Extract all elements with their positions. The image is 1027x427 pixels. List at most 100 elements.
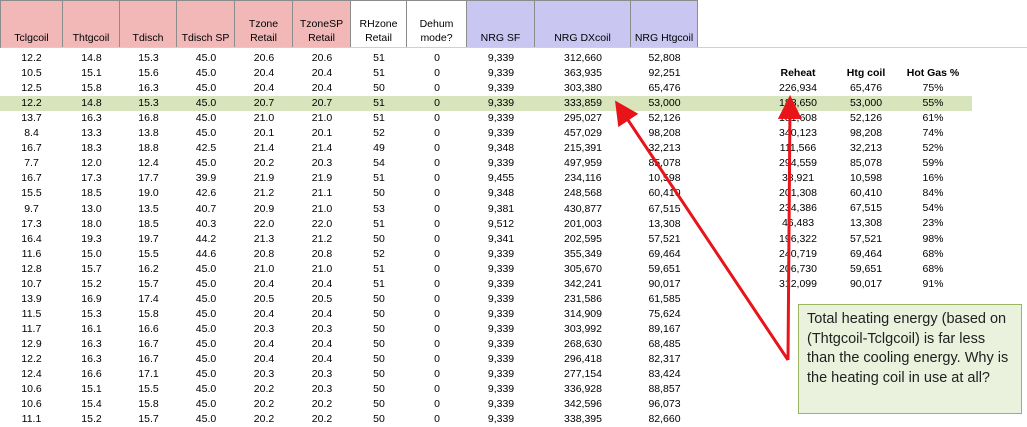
cell-tdisch-sp: 45.0 <box>195 262 217 275</box>
cell-rhzone-retail: 49 <box>373 142 385 155</box>
cell-tclgcoil: 13.7 <box>21 112 42 125</box>
cell-tclgcoil: 11.6 <box>21 247 42 260</box>
side-cell-reheat: 201,308 <box>779 187 817 200</box>
cell-nrg-dxcoil: 497,959 <box>564 157 602 170</box>
cell-dehum-mode: 0 <box>434 262 440 275</box>
cell-tzone-retail: 20.3 <box>253 368 275 381</box>
side-cell-htg-coil: 10,598 <box>849 172 883 185</box>
cell-tdisch-sp: 45.0 <box>195 67 217 80</box>
side-cell-htg-coil: 90,017 <box>849 277 883 290</box>
cell-thtgcoil: 13.0 <box>81 202 102 215</box>
cell-tdisch-sp: 45.0 <box>195 112 217 125</box>
cell-tzone-retail: 20.2 <box>253 383 275 396</box>
side-cell-htg-coil: 69,464 <box>849 247 883 260</box>
cell-nrg-htgcoil: 13,308 <box>648 217 681 230</box>
cell-nrg-dxcoil: 355,349 <box>564 247 602 260</box>
header-thtgcoil: Thtgcoil <box>63 0 120 48</box>
header-dehum-mode: Dehum mode? <box>407 0 467 48</box>
cell-nrg-htgcoil: 52,126 <box>648 112 681 125</box>
cell-thtgcoil: 16.3 <box>81 353 102 365</box>
cell-tdisch: 13.8 <box>138 127 159 140</box>
cell-tclgcoil: 11.5 <box>21 307 42 320</box>
header-label: Tdisch SP <box>181 32 230 44</box>
cell-dehum-mode: 0 <box>434 67 440 80</box>
cell-nrg-dxcoil: 295,027 <box>564 112 602 125</box>
cell-nrg-htgcoil: 52,808 <box>648 52 681 64</box>
cell-tzonesp-retail: 20.4 <box>311 277 333 290</box>
cell-nrg-sf: 9,339 <box>487 247 515 260</box>
cell-tdisch-sp: 45.0 <box>195 322 217 335</box>
cell-tdisch-sp: 40.7 <box>195 202 217 215</box>
cell-nrg-sf: 9,339 <box>487 82 515 95</box>
header-divider <box>1 47 1027 48</box>
cell-tzonesp-retail: 20.7 <box>311 97 333 110</box>
side-cell-htg-coil: 59,651 <box>849 262 883 275</box>
cell-dehum-mode: 0 <box>434 157 440 170</box>
side-cell-reheat: 312,099 <box>779 277 817 290</box>
cell-nrg-sf: 9,339 <box>487 52 515 64</box>
cell-tdisch-sp: 45.0 <box>195 292 217 305</box>
cell-tclgcoil: 15.5 <box>21 187 42 200</box>
cell-nrg-dxcoil: 312,660 <box>564 52 602 64</box>
cell-nrg-sf: 9,339 <box>487 67 515 80</box>
cell-nrg-dxcoil: 303,380 <box>564 82 602 95</box>
header-nrg-sf: NRG SF <box>467 0 535 48</box>
cell-tzonesp-retail: 20.2 <box>311 398 333 411</box>
cell-thtgcoil: 16.9 <box>81 292 102 305</box>
cell-thtgcoil: 12.0 <box>81 157 102 170</box>
cell-nrg-dxcoil: 296,418 <box>564 353 602 365</box>
cell-nrg-htgcoil: 53,000 <box>648 97 681 110</box>
cell-nrg-htgcoil: 89,167 <box>648 322 681 335</box>
cell-tdisch: 16.7 <box>138 337 159 350</box>
cell-nrg-sf: 9,339 <box>487 292 515 305</box>
cell-rhzone-retail: 50 <box>373 187 385 200</box>
cell-rhzone-retail: 50 <box>373 292 385 305</box>
cell-tdisch: 18.5 <box>138 217 159 230</box>
cell-tclgcoil: 10.6 <box>21 398 42 411</box>
side-cell-reheat: 294,559 <box>779 157 817 170</box>
cell-thtgcoil: 15.0 <box>81 247 102 260</box>
cell-tzonesp-retail: 20.4 <box>311 353 333 365</box>
cell-tzonesp-retail: 21.1 <box>311 187 333 200</box>
header-tdisch-sp: Tdisch SP <box>177 0 235 48</box>
cell-tzone-retail: 20.6 <box>253 52 275 64</box>
cell-dehum-mode: 0 <box>434 368 440 381</box>
cell-rhzone-retail: 52 <box>373 247 385 260</box>
cell-rhzone-retail: 51 <box>373 52 385 64</box>
cell-nrg-htgcoil: 59,651 <box>648 262 681 275</box>
cell-tdisch-sp: 45.0 <box>195 127 217 140</box>
cell-tdisch: 15.5 <box>138 383 159 396</box>
cell-nrg-dxcoil: 248,568 <box>564 187 602 200</box>
cell-tzonesp-retail: 20.3 <box>311 383 333 396</box>
cell-rhzone-retail: 52 <box>373 127 385 140</box>
cell-nrg-htgcoil: 85,078 <box>648 157 681 170</box>
cell-nrg-sf: 9,381 <box>487 202 515 215</box>
cell-nrg-htgcoil: 65,476 <box>648 82 681 95</box>
cell-thtgcoil: 15.3 <box>81 307 102 320</box>
cell-thtgcoil: 15.1 <box>81 67 102 80</box>
side-cell-hot-gas-pct: 52% <box>922 142 944 155</box>
cell-tclgcoil: 12.5 <box>21 82 42 95</box>
cell-rhzone-retail: 53 <box>373 202 385 215</box>
cell-tzone-retail: 20.5 <box>253 292 275 305</box>
header-nrg-dxcoil: NRG DXcoil <box>535 0 631 48</box>
cell-nrg-htgcoil: 83,424 <box>648 368 681 381</box>
cell-nrg-htgcoil: 10,598 <box>648 172 681 185</box>
cell-tzonesp-retail: 21.4 <box>311 142 333 155</box>
cell-nrg-sf: 9,339 <box>487 398 515 411</box>
side-cell-reheat: 206,730 <box>779 262 817 275</box>
cell-nrg-sf: 9,512 <box>487 217 515 230</box>
cell-rhzone-retail: 50 <box>373 307 385 320</box>
cell-thtgcoil: 18.3 <box>81 142 102 155</box>
header-label: Dehum mode? <box>419 18 454 44</box>
cell-tzone-retail: 20.7 <box>253 97 275 110</box>
cell-nrg-dxcoil: 277,154 <box>564 368 602 381</box>
cell-rhzone-retail: 51 <box>373 97 385 110</box>
cell-tdisch-sp: 45.0 <box>195 398 217 411</box>
cell-nrg-htgcoil: 32,213 <box>648 142 681 155</box>
cell-tzonesp-retail: 20.5 <box>311 292 333 305</box>
cell-nrg-sf: 9,339 <box>487 307 515 320</box>
cell-tclgcoil: 16.7 <box>21 172 42 185</box>
cell-nrg-dxcoil: 333,859 <box>564 97 602 110</box>
side-cell-hot-gas-pct: 55% <box>922 97 944 110</box>
